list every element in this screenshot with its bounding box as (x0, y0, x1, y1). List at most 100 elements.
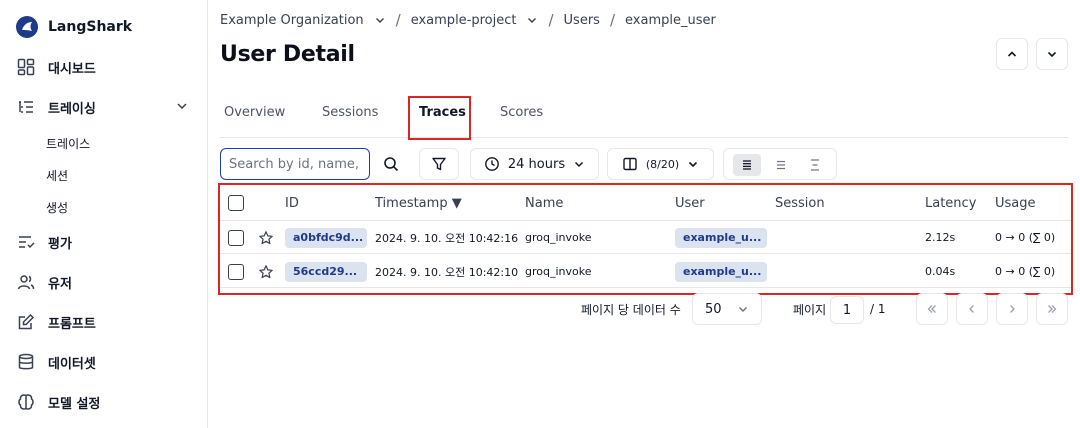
brain-icon (16, 392, 36, 412)
select-all-checkbox[interactable] (228, 185, 244, 221)
trace-id-cell[interactable]: 56ccd29... (285, 255, 367, 288)
search-button[interactable] (375, 148, 407, 180)
star-button[interactable] (258, 221, 274, 254)
breadcrumb: Example Organization / example-project /… (220, 10, 716, 30)
table-header: ID Timestamp ▼ Name User Session Latency… (220, 185, 1071, 221)
sidebar-item-tracing[interactable]: 트레이싱 (16, 96, 96, 118)
next-button[interactable] (1036, 38, 1068, 70)
sidebar-item-label: 평가 (48, 236, 72, 252)
chevron-down-icon[interactable] (526, 14, 538, 26)
trace-id-pill[interactable]: 56ccd29... (285, 261, 367, 282)
density-spacious-button[interactable] (801, 154, 829, 176)
tab-overview[interactable]: Overview (224, 102, 285, 122)
density-compact-icon (743, 160, 751, 170)
breadcrumb-section[interactable]: Users (564, 13, 600, 28)
sidebar: LangShark 대시보드 트레이싱 트레이스 세션 생성 평가 유저 프롬프… (0, 0, 208, 428)
sidebar-item-model-settings[interactable]: 모델 설정 (16, 391, 100, 413)
density-normal-button[interactable] (767, 154, 795, 176)
chevrons-right-icon (1048, 305, 1057, 313)
user-pill[interactable]: example_u... (675, 261, 767, 282)
tab-sessions[interactable]: Sessions (322, 102, 378, 122)
table-row[interactable]: a0bfdc9d... 2024. 9. 10. 오전 10:42:16 gro… (220, 221, 1071, 254)
chevron-down-icon (739, 307, 747, 312)
sidebar-item-label: 트레이싱 (48, 101, 96, 117)
brand-name: LangShark (48, 19, 133, 35)
previous-button[interactable] (996, 38, 1028, 70)
column-session[interactable]: Session (775, 185, 825, 221)
density-compact-button[interactable] (733, 154, 761, 176)
row-checkbox[interactable] (228, 221, 244, 254)
timestamp-cell: 2024. 9. 10. 오전 10:42:10 (375, 265, 519, 279)
chevron-down-icon[interactable] (174, 98, 190, 114)
table-row[interactable]: 56ccd29... 2024. 9. 10. 오전 10:42:10 groq… (220, 255, 1071, 288)
sidebar-subitem-sessions[interactable]: 세션 (46, 166, 68, 184)
tab-traces[interactable]: Traces (419, 102, 466, 122)
column-usage[interactable]: Usage (995, 185, 1036, 221)
chevron-down-icon (575, 161, 584, 168)
chevron-right-icon (1010, 305, 1015, 313)
slash-separator-icon: / (395, 11, 401, 29)
filter-button[interactable] (419, 148, 459, 180)
name-cell: groq_invoke (525, 231, 592, 244)
page-label: 페이지 (793, 302, 827, 317)
density-spacious-icon (811, 159, 819, 171)
page-total: / 1 (870, 302, 886, 316)
previous-page-button[interactable] (956, 293, 988, 325)
time-range-select[interactable]: 24 hours (470, 148, 599, 180)
row-density-toggle (723, 148, 837, 180)
sidebar-item-label: 프롬프트 (48, 316, 96, 332)
slash-separator-icon: / (548, 11, 554, 29)
user-pill[interactable]: example_u... (675, 227, 767, 248)
time-range-label: 24 hours (507, 156, 566, 172)
search-input[interactable] (229, 156, 361, 172)
column-timestamp[interactable]: Timestamp ▼ (375, 185, 462, 221)
star-button[interactable] (258, 255, 274, 288)
breadcrumb-project[interactable]: example-project (411, 13, 517, 28)
row-checkbox[interactable] (228, 255, 244, 288)
sidebar-subitem-traces[interactable]: 트레이스 (46, 134, 90, 152)
chevron-down-icon[interactable] (374, 14, 386, 26)
breadcrumb-org[interactable]: Example Organization (220, 13, 364, 28)
user-cell[interactable]: example_u... (675, 255, 767, 288)
timestamp-cell: 2024. 9. 10. 오전 10:42:16 (375, 231, 519, 245)
chevron-down-icon (689, 161, 698, 168)
tab-scores[interactable]: Scores (500, 102, 543, 122)
search-field[interactable] (220, 148, 370, 180)
sidebar-item-prompts[interactable]: 프롬프트 (16, 311, 96, 333)
chevron-left-icon (969, 305, 974, 313)
first-page-button[interactable] (916, 293, 948, 325)
dashboard-icon (16, 57, 36, 77)
page-number-input[interactable]: 1 (830, 296, 864, 324)
trace-id-pill[interactable]: a0bfdc9d... (285, 227, 367, 248)
column-user[interactable]: User (675, 185, 705, 221)
sidebar-item-evaluation[interactable]: 평가 (16, 231, 72, 253)
columns-icon (623, 157, 637, 171)
sidebar-item-dashboard[interactable]: 대시보드 (16, 56, 96, 78)
usage-cell: 0 → 0 (∑ 0) (995, 265, 1056, 278)
main-content: Example Organization / example-project /… (218, 0, 1073, 428)
users-icon (16, 272, 36, 292)
sidebar-item-label: 대시보드 (48, 61, 96, 77)
brand[interactable]: LangShark (16, 16, 132, 38)
rows-per-page-select[interactable]: 50 (692, 293, 762, 325)
usage-cell: 0 → 0 (∑ 0) (995, 231, 1056, 244)
traces-table: ID Timestamp ▼ Name User Session Latency… (218, 183, 1073, 295)
rows-per-page-value: 50 (705, 301, 722, 317)
tab-bar: Overview Sessions Traces Scores (220, 92, 1068, 140)
sidebar-item-users[interactable]: 유저 (16, 271, 72, 293)
chevrons-left-icon (927, 305, 936, 313)
sidebar-item-datasets[interactable]: 데이터셋 (16, 351, 96, 373)
user-cell[interactable]: example_u... (675, 221, 767, 254)
sidebar-subitem-generations[interactable]: 생성 (46, 198, 68, 216)
columns-count: (8/20) (645, 157, 680, 171)
page-title: User Detail (220, 42, 355, 67)
trace-id-cell[interactable]: a0bfdc9d... (285, 221, 367, 254)
column-name[interactable]: Name (525, 185, 563, 221)
latency-cell: 2.12s (925, 231, 956, 244)
column-id[interactable]: ID (285, 185, 299, 221)
density-normal-icon (777, 160, 785, 170)
last-page-button[interactable] (1036, 293, 1068, 325)
column-latency[interactable]: Latency (925, 185, 976, 221)
next-page-button[interactable] (996, 293, 1028, 325)
columns-select[interactable]: (8/20) (607, 148, 714, 180)
